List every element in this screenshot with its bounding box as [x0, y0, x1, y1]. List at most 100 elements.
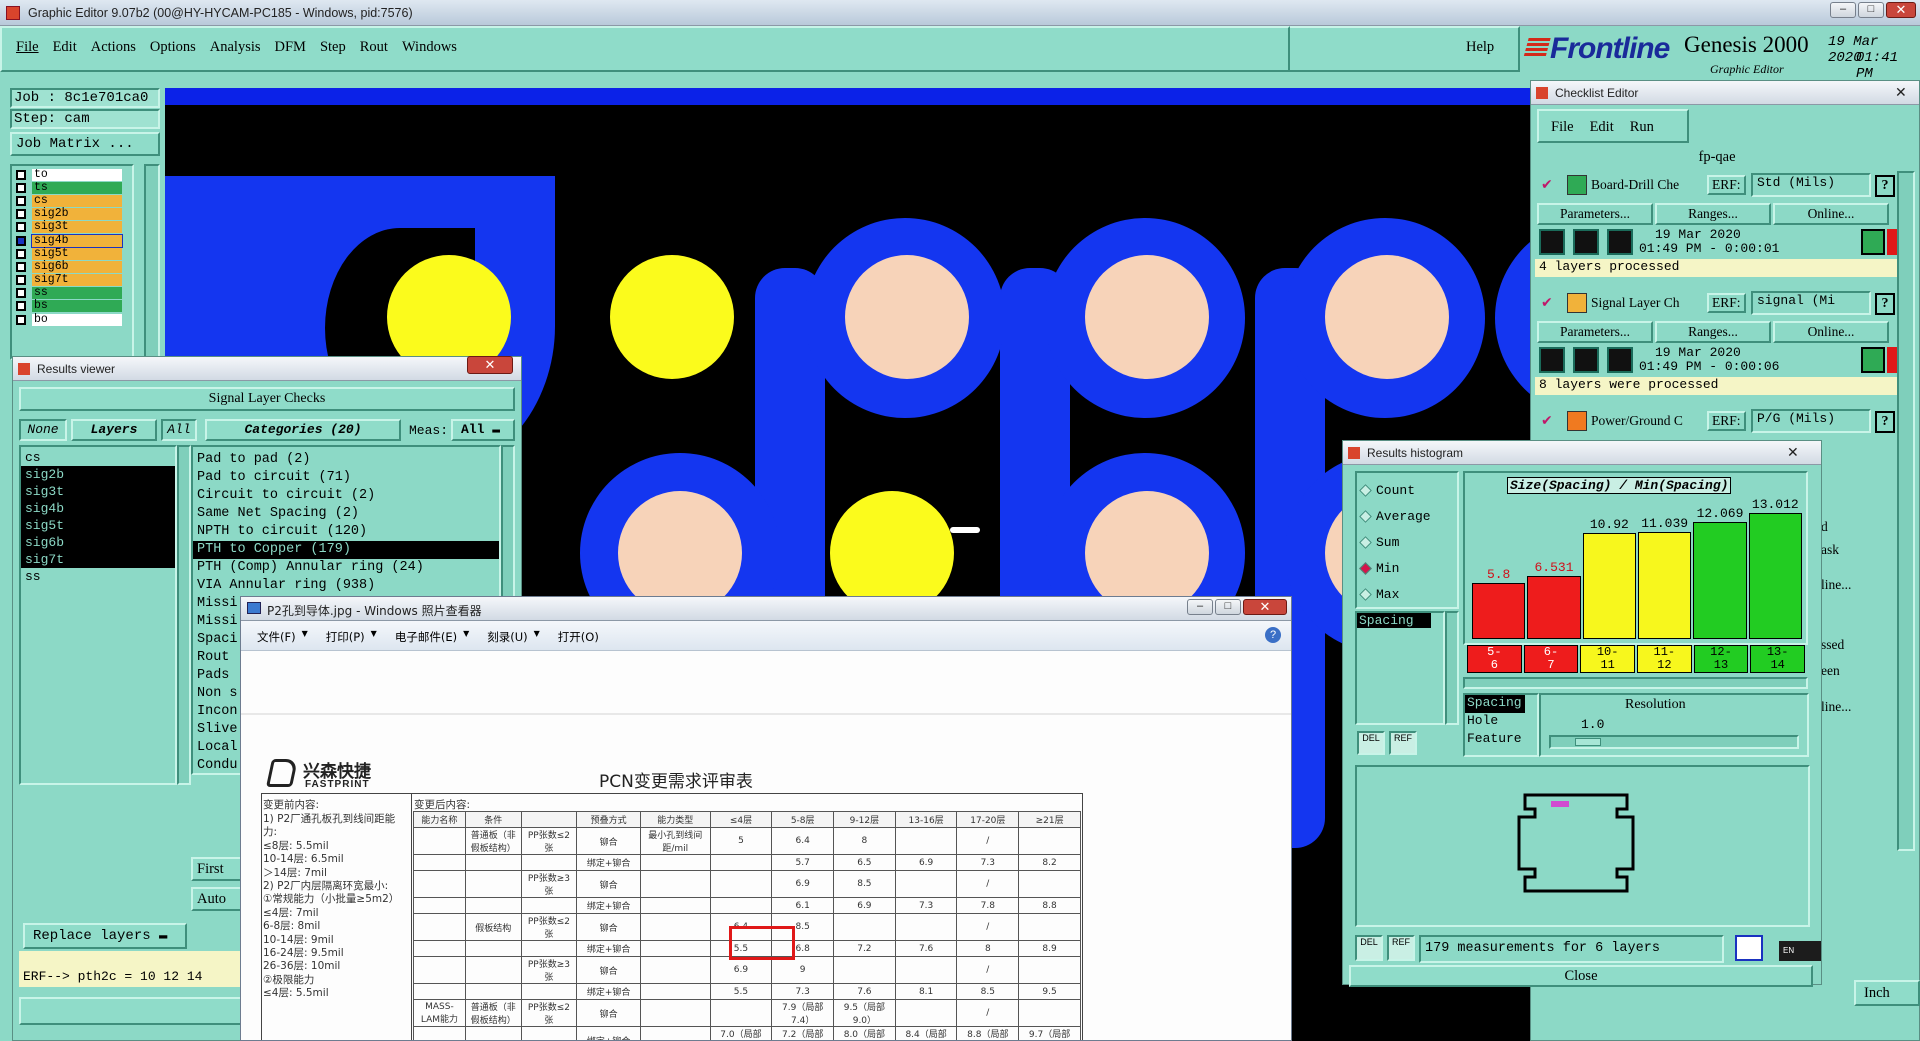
histogram-close-button[interactable]: Close	[1349, 965, 1813, 987]
chevron-down-icon[interactable]: ▼	[463, 629, 469, 645]
photo-menu-item[interactable]: 电子邮件(E)	[395, 629, 457, 645]
histogram-bar[interactable]	[1748, 513, 1802, 639]
menu-options[interactable]: Options	[150, 39, 196, 56]
photo-menu-item[interactable]: 文件(F)	[257, 629, 296, 645]
job-matrix-button[interactable]: Job Matrix ...	[10, 132, 160, 156]
menu-step[interactable]: Step	[320, 39, 346, 56]
ref-button-left[interactable]: REF	[1389, 731, 1417, 755]
layer-name[interactable]: to	[32, 168, 122, 181]
menu-analysis[interactable]: Analysis	[210, 39, 261, 56]
mode-option[interactable]: Sum	[1359, 529, 1457, 555]
menu-help-label[interactable]: Help	[1466, 39, 1494, 56]
help-icon[interactable]: ?	[1875, 175, 1895, 197]
radio-icon[interactable]	[1359, 483, 1372, 497]
menu-actions[interactable]: Actions	[91, 39, 136, 56]
layer-row[interactable]: sig2b	[16, 208, 132, 221]
layer-checkbox[interactable]	[16, 222, 26, 233]
layer-name[interactable]: sig4b	[31, 233, 123, 248]
layer-row[interactable]: sig3t	[16, 221, 132, 234]
params-button[interactable]: Parameters...	[1537, 203, 1653, 225]
histogram-list[interactable]: Spacing	[1355, 611, 1445, 725]
help-icon[interactable]: ?	[1875, 411, 1895, 433]
meas-select[interactable]: All ▬	[451, 419, 515, 441]
mode-option[interactable]: Max	[1359, 581, 1457, 607]
category-item[interactable]: Same Net Spacing (2)	[193, 505, 499, 523]
help-icon[interactable]: ?	[1875, 293, 1895, 315]
histogram-bin[interactable]: 11- 12	[1637, 645, 1692, 673]
action-name[interactable]: Board-Drill Che	[1591, 177, 1711, 193]
menu-edit[interactable]: Edit	[53, 39, 77, 56]
resolution-slider-thumb[interactable]	[1575, 738, 1601, 746]
run-icon[interactable]	[1539, 347, 1565, 373]
del-button[interactable]: DEL	[1355, 935, 1383, 961]
results-layer-item[interactable]: cs	[21, 449, 175, 466]
ranges-button[interactable]: Ranges...	[1655, 203, 1771, 225]
histogram-bin[interactable]: 10- 11	[1580, 645, 1635, 673]
checklist-menu-file[interactable]: File	[1551, 119, 1574, 141]
layer-name[interactable]: sig3t	[32, 221, 122, 234]
layers-button[interactable]: Layers	[71, 419, 157, 441]
mode-option[interactable]: Min	[1359, 555, 1457, 581]
attr-item[interactable]: Hole	[1465, 713, 1537, 731]
zoom-icon[interactable]	[1861, 347, 1885, 373]
none-button[interactable]: None	[19, 419, 67, 441]
layer-row[interactable]: sig7t	[16, 274, 132, 287]
attr-item[interactable]: Spacing	[1465, 695, 1525, 713]
category-item[interactable]: PTH (Comp) Annular ring (24)	[193, 559, 499, 577]
layer-checkbox[interactable]	[16, 275, 26, 286]
layer-name[interactable]: cs	[32, 194, 122, 207]
minimize-button[interactable]: –	[1830, 2, 1856, 18]
radio-icon[interactable]	[1359, 509, 1372, 523]
layer-checkbox[interactable]	[16, 301, 26, 312]
erf-label[interactable]: ERF:	[1707, 293, 1746, 313]
results-viewer-close-x[interactable]: ✕	[467, 356, 513, 374]
help-icon[interactable]: ?	[1265, 627, 1281, 643]
results-layer-item[interactable]: ss	[21, 568, 175, 585]
chevron-down-icon[interactable]: ▼	[371, 629, 377, 645]
mode-option[interactable]: Average	[1359, 503, 1457, 529]
run-icon[interactable]	[1573, 347, 1599, 373]
all-layers-button[interactable]: All	[161, 419, 197, 441]
category-item[interactable]: Pad to circuit (71)	[193, 469, 499, 487]
layer-name[interactable]: ss	[32, 287, 122, 300]
erf-label[interactable]: ERF:	[1707, 175, 1746, 195]
photo-menu-item[interactable]: 打开(O)	[558, 629, 599, 645]
layer-scrollbar[interactable]	[144, 164, 160, 360]
results-layer-item[interactable]: sig6b	[21, 534, 175, 551]
histogram-hscroll[interactable]	[1463, 677, 1808, 689]
layer-checkbox[interactable]	[16, 288, 26, 299]
run-icon[interactable]	[1573, 229, 1599, 255]
replace-layers-button[interactable]: Replace layers ▬	[23, 923, 187, 949]
layer-checkbox[interactable]	[16, 169, 26, 180]
layer-row[interactable]: to	[16, 168, 132, 181]
erf-label[interactable]: ERF:	[1707, 411, 1746, 431]
results-layer-item[interactable]: sig5t	[21, 517, 175, 534]
menu-file[interactable]: File	[16, 39, 39, 56]
category-item[interactable]: NPTH to circuit (120)	[193, 523, 499, 541]
run-icon[interactable]	[1607, 347, 1633, 373]
layer-row[interactable]: ss	[16, 287, 132, 300]
layer-row[interactable]: ts	[16, 181, 132, 194]
online-button[interactable]: Online...	[1773, 321, 1889, 343]
layer-row[interactable]: bo	[16, 313, 132, 326]
photo-menu-item[interactable]: 打印(P)	[326, 629, 365, 645]
radio-icon[interactable]	[1359, 535, 1372, 549]
checklist-scrollbar[interactable]	[1897, 171, 1915, 851]
histogram-list-item[interactable]: Spacing	[1357, 613, 1431, 628]
layer-name[interactable]: bo	[32, 313, 122, 326]
histogram-bin[interactable]: 6- 7	[1523, 645, 1579, 673]
menu-dfm[interactable]: DFM	[275, 39, 306, 56]
menu-rout[interactable]: Rout	[360, 39, 388, 56]
categories-button[interactable]: Categories (20)	[205, 419, 401, 441]
layer-checkbox[interactable]	[16, 182, 26, 193]
params-button[interactable]: Parameters...	[1537, 321, 1653, 343]
layer-row[interactable]: sig5t	[16, 247, 132, 260]
zoom-icon[interactable]	[1735, 935, 1763, 961]
histogram-bin[interactable]: 5- 6	[1467, 645, 1522, 673]
histogram-bar[interactable]	[1638, 532, 1692, 639]
layer-name[interactable]: sig5t	[32, 247, 122, 260]
chevron-down-icon[interactable]: ▼	[302, 629, 308, 645]
photo-close-button[interactable]: ✕	[1243, 599, 1287, 615]
results-layer-list[interactable]: cs sig2b sig3t sig4b sig5t sig6b sig7t ss	[19, 445, 177, 785]
chevron-down-icon[interactable]: ▼	[534, 629, 540, 645]
